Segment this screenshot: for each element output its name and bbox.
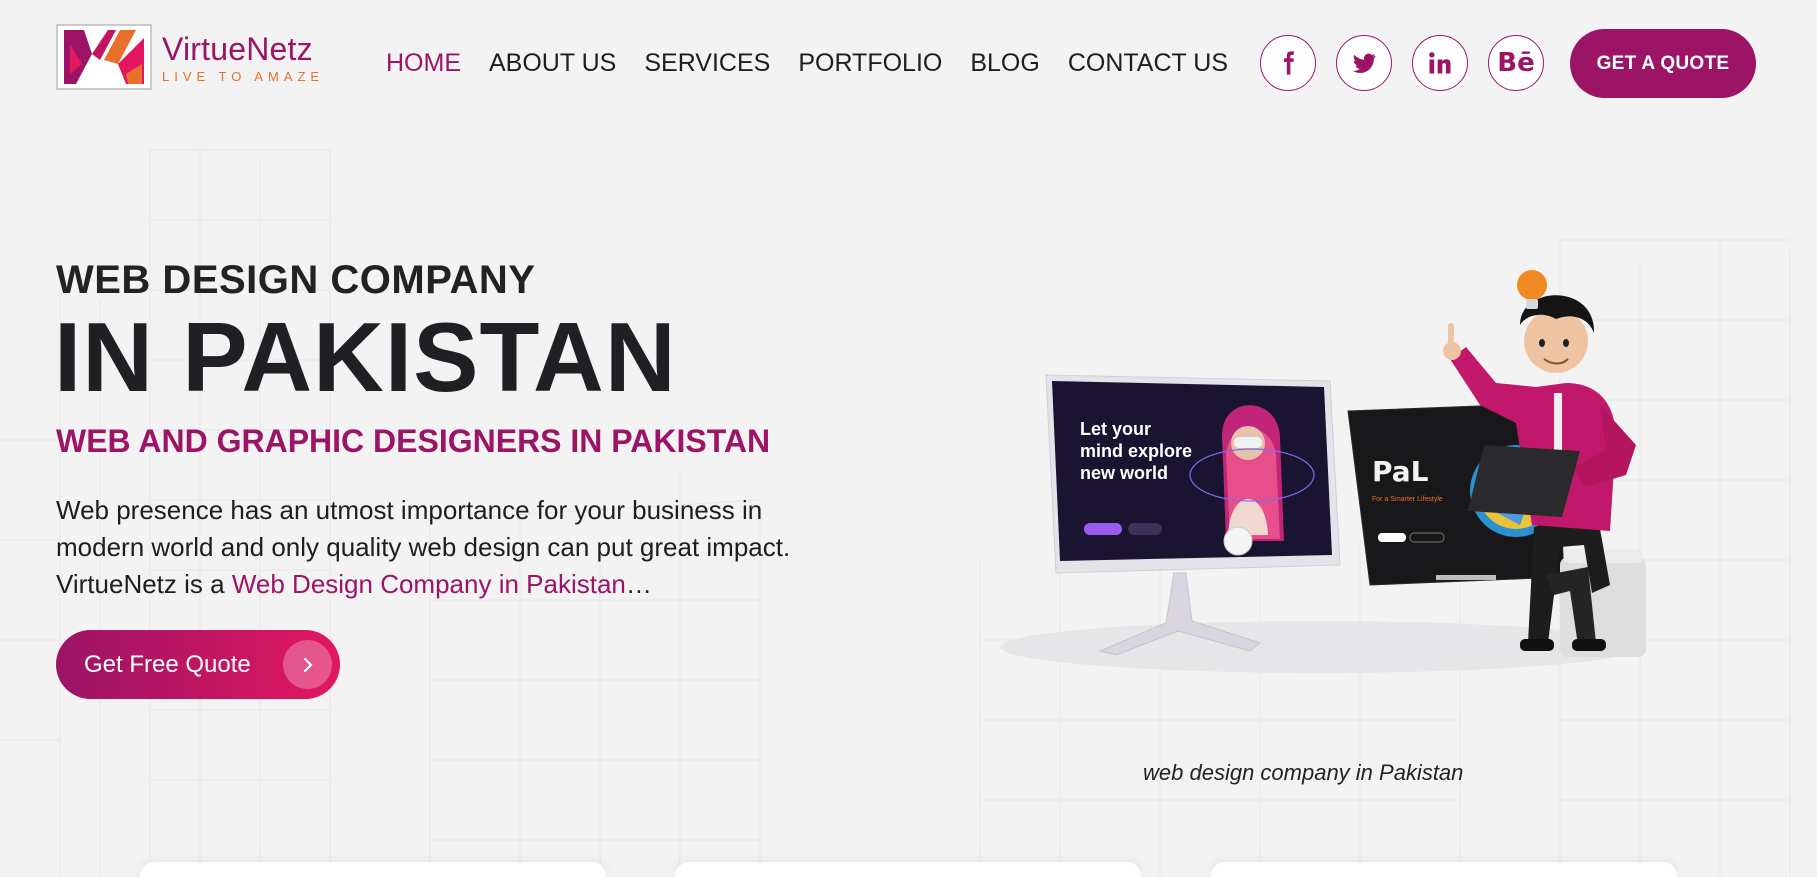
chevron-right-icon — [283, 640, 332, 689]
main-nav: HOME ABOUT US SERVICES PORTFOLIO BLOG CO… — [386, 46, 1228, 80]
nav-home[interactable]: HOME — [386, 46, 461, 80]
service-card — [675, 862, 1141, 877]
get-free-quote-label: Get Free Quote — [84, 650, 251, 678]
get-a-quote-button[interactable]: GET A QUOTE — [1570, 29, 1756, 98]
twitter-link[interactable] — [1336, 35, 1392, 91]
hero-subtitle: WEB AND GRAPHIC DESIGNERS IN PAKISTAN — [56, 423, 771, 459]
behance-link[interactable]: Bē — [1488, 35, 1544, 91]
hero-image-caption: web design company in Pakistan — [1143, 760, 1464, 785]
laptop-brand: PaL — [1372, 455, 1429, 488]
hero-kicker: WEB DESIGN COMPANY — [56, 258, 536, 302]
twitter-icon — [1352, 53, 1376, 73]
hero-title: IN PAKISTAN — [54, 302, 677, 412]
web-design-company-link[interactable]: Web Design Company in Pakistan — [232, 569, 626, 599]
service-card — [1211, 862, 1677, 877]
linkedin-icon — [1429, 52, 1451, 74]
get-free-quote-button[interactable]: Get Free Quote — [56, 630, 340, 699]
facebook-link[interactable] — [1260, 35, 1316, 91]
laptop-tagline: For a Smarter Lifestyle — [1372, 496, 1443, 503]
hero-illustration: Let your mind explore new world PaL For … — [1000, 270, 1646, 673]
monitor-mockup: Let your mind explore new world — [1045, 374, 1341, 656]
brand-name: VirtueNetz — [162, 30, 313, 67]
social-links: Bē — [1260, 35, 1544, 91]
service-card — [140, 862, 606, 877]
brand-tagline: LIVE TO AMAZE — [162, 68, 325, 84]
nav-about-us[interactable]: ABOUT US — [489, 46, 616, 80]
linkedin-link[interactable] — [1412, 35, 1468, 91]
brand-logo[interactable]: VirtueNetz LIVE TO AMAZE — [56, 24, 336, 90]
facebook-icon — [1283, 51, 1294, 75]
nav-services[interactable]: SERVICES — [644, 46, 770, 80]
behance-icon: Bē — [1497, 48, 1535, 78]
hero-description: Web presence has an utmost importance fo… — [56, 492, 816, 603]
nav-contact-us[interactable]: CONTACT US — [1068, 46, 1228, 80]
nav-blog[interactable]: BLOG — [970, 46, 1039, 80]
nav-portfolio[interactable]: PORTFOLIO — [798, 46, 942, 80]
hero-description-ellipsis: … — [625, 569, 652, 599]
logo-mark-icon — [56, 24, 152, 90]
monitor-headline-3: new world — [1080, 463, 1168, 483]
monitor-headline-2: mind explore — [1080, 441, 1192, 461]
monitor-headline-1: Let your — [1080, 419, 1151, 439]
site-header: VirtueNetz LIVE TO AMAZE HOME ABOUT US S… — [0, 0, 1817, 130]
